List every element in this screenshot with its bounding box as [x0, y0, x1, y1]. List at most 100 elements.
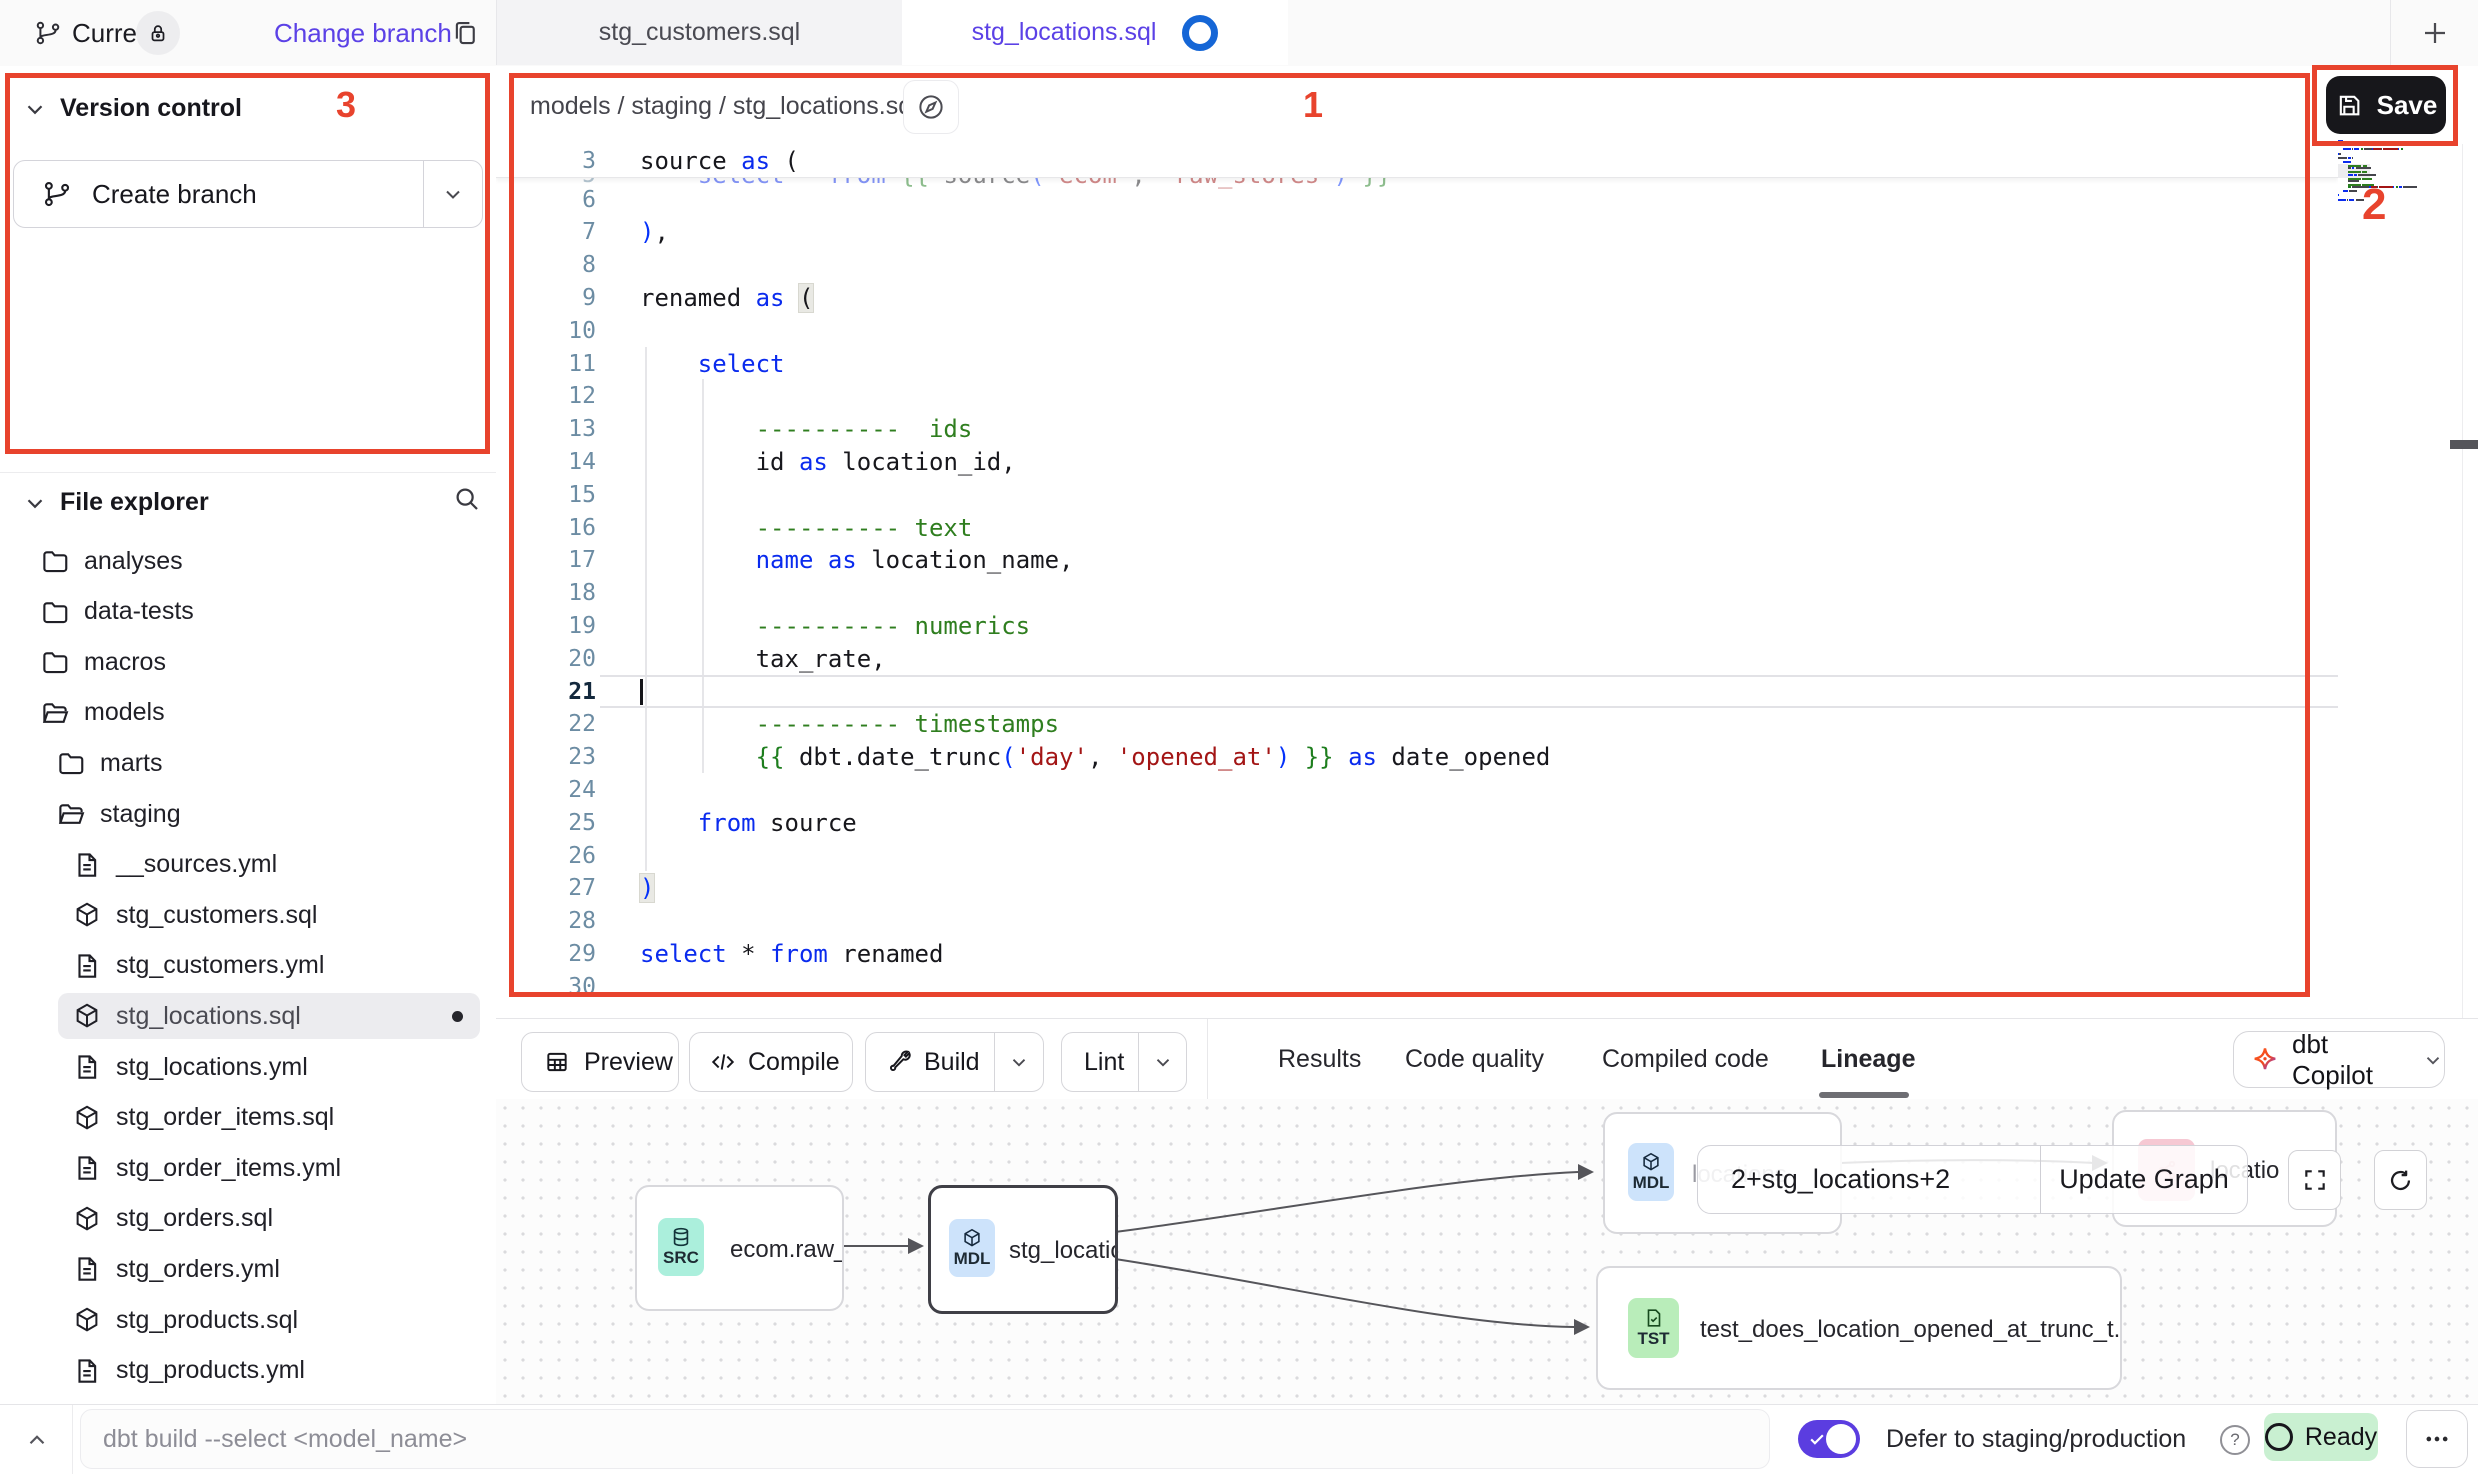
- compile-button[interactable]: Compile: [689, 1032, 853, 1092]
- tab-results[interactable]: Results: [1278, 1019, 1361, 1099]
- code-token: [640, 612, 756, 640]
- lint-dropdown[interactable]: [1138, 1033, 1186, 1091]
- build-button[interactable]: Build: [865, 1032, 1044, 1092]
- file-tree-item-marts[interactable]: marts: [0, 738, 496, 788]
- code-line-22[interactable]: 22 ---------- timestamps: [496, 708, 2338, 741]
- lineage-graph[interactable]: SRC ecom.raw_stores MDL stg_locations MD…: [496, 1099, 2478, 1404]
- search-icon[interactable]: [452, 484, 482, 514]
- more-options-button[interactable]: [2406, 1410, 2468, 1468]
- tab-compiled-code[interactable]: Compiled code: [1602, 1019, 1769, 1099]
- code-editor[interactable]: 67),89renamed as (1011 select1213 ------…: [496, 144, 2338, 1018]
- change-branch-link[interactable]: Change branch: [274, 18, 452, 49]
- file-tree-item-stg-products-sql[interactable]: stg_products.sql: [0, 1295, 496, 1345]
- file-tree-item-analyses[interactable]: analyses: [0, 536, 496, 586]
- create-branch-dropdown[interactable]: [423, 161, 482, 227]
- code-line-18[interactable]: 18: [496, 577, 2338, 610]
- file-tree-item-stg-orders-sql[interactable]: stg_orders.sql: [0, 1194, 496, 1244]
- code-line-29[interactable]: 29select * from renamed: [496, 937, 2338, 970]
- new-tab-plus-icon[interactable]: [2420, 18, 2450, 48]
- code-token: from: [698, 809, 756, 837]
- code-line-10[interactable]: 10: [496, 314, 2338, 347]
- code-line-7[interactable]: 7),: [496, 216, 2338, 249]
- file-tree-item-stg-order-items-yml[interactable]: stg_order_items.yml: [0, 1143, 496, 1193]
- file-tree-item-stg-locations-yml[interactable]: stg_locations.yml: [0, 1042, 496, 1092]
- tab-stg-locations[interactable]: stg_locations.sql: [902, 0, 1289, 65]
- code-line-16[interactable]: 16 ---------- text: [496, 511, 2338, 544]
- file-tree-item-stg-locations-sql[interactable]: stg_locations.sql: [0, 991, 496, 1041]
- lineage-selector-input[interactable]: 2+stg_locations+2: [1731, 1164, 2040, 1195]
- active-tab-underline: [1819, 1092, 1909, 1098]
- code-token: ---------- timestamps: [756, 710, 1059, 738]
- node-test[interactable]: TST test_does_location_opened_at_trunc_t…: [1596, 1266, 2122, 1390]
- code-line-3[interactable]: 3source as (: [496, 144, 2338, 178]
- file-tree-item-data-tests[interactable]: data-tests: [0, 587, 496, 637]
- code-line-9[interactable]: 9renamed as (: [496, 281, 2338, 314]
- create-branch-button[interactable]: Create branch: [13, 160, 483, 228]
- code-token: [640, 546, 756, 574]
- file-tree-item-macros[interactable]: macros: [0, 637, 496, 687]
- file-tree-item--sources-yml[interactable]: __sources.yml: [0, 840, 496, 890]
- code-line-8[interactable]: 8: [496, 249, 2338, 282]
- file-tree-item-stg-products-yml[interactable]: stg_products.yml: [0, 1346, 496, 1396]
- copy-icon[interactable]: [450, 18, 480, 48]
- chevron-down-icon[interactable]: [22, 490, 48, 516]
- code-line-19[interactable]: 19 ---------- numerics: [496, 609, 2338, 642]
- dbt-copilot-button[interactable]: dbt Copilot: [2233, 1031, 2445, 1088]
- tab-code-quality[interactable]: Code quality: [1405, 1019, 1544, 1099]
- chevron-down-icon[interactable]: [22, 96, 48, 122]
- line-number: 13: [496, 416, 596, 442]
- code-line-27[interactable]: 27): [496, 872, 2338, 905]
- code-line-17[interactable]: 17 name as location_name,: [496, 544, 2338, 577]
- file-tree-item-staging[interactable]: staging: [0, 789, 496, 839]
- code-line-13[interactable]: 13 ---------- ids: [496, 413, 2338, 446]
- file-tree-item-stg-customers-sql[interactable]: stg_customers.sql: [0, 890, 496, 940]
- minimap[interactable]: [2338, 140, 2442, 210]
- file-tree-item-stg-orders-yml[interactable]: stg_orders.yml: [0, 1244, 496, 1294]
- update-graph-button[interactable]: Update Graph: [2041, 1164, 2247, 1195]
- code-token: [785, 284, 799, 312]
- code-line-30[interactable]: 30: [496, 970, 2338, 1003]
- scrollbar-thumb[interactable]: [2450, 440, 2478, 449]
- refresh-icon: [2387, 1167, 2414, 1194]
- preview-button[interactable]: Preview: [521, 1032, 679, 1092]
- code-token: from: [770, 940, 828, 968]
- defer-toggle[interactable]: [1798, 1420, 1860, 1458]
- fullscreen-button[interactable]: [2288, 1150, 2341, 1210]
- tab-stg-customers[interactable]: stg_customers.sql: [496, 0, 903, 65]
- help-icon[interactable]: ?: [2220, 1425, 2250, 1455]
- code-line-23[interactable]: 23 {{ dbt.date_trunc('day', 'opened_at')…: [496, 741, 2338, 774]
- code-line-28[interactable]: 28: [496, 905, 2338, 938]
- code-line-12[interactable]: 12: [496, 380, 2338, 413]
- chevron-up-icon[interactable]: [24, 1427, 50, 1453]
- lint-button[interactable]: Lint: [1061, 1032, 1187, 1092]
- code-line-14[interactable]: 14 id as location_id,: [496, 445, 2338, 478]
- code-text: ---------- numerics: [640, 612, 1030, 640]
- status-badge: Ready: [2264, 1413, 2378, 1461]
- command-input[interactable]: dbt build --select <model_name>: [80, 1409, 1770, 1469]
- code-text: ),: [640, 218, 669, 246]
- code-line-20[interactable]: 20 tax_rate,: [496, 642, 2338, 675]
- code-line-24[interactable]: 24: [496, 773, 2338, 806]
- code-line-21[interactable]: 21: [496, 675, 2338, 708]
- code-token: ,: [654, 218, 668, 246]
- folder-open-icon: [40, 698, 70, 728]
- node-ecom-raw-stores[interactable]: SRC ecom.raw_stores: [635, 1185, 844, 1311]
- code-token: ---------- text: [756, 514, 973, 542]
- code-line-11[interactable]: 11 select: [496, 347, 2338, 380]
- file-tree-item-models[interactable]: models: [0, 688, 496, 738]
- build-dropdown[interactable]: [994, 1033, 1043, 1091]
- code-line-5[interactable]: 5 select * from {{ source('ecom', 'raw_s…: [496, 176, 2338, 191]
- line-number: 26: [496, 843, 596, 869]
- save-button[interactable]: Save: [2326, 76, 2446, 134]
- code-line-26[interactable]: 26: [496, 839, 2338, 872]
- tab-lineage[interactable]: Lineage: [1821, 1019, 1915, 1099]
- code-line-25[interactable]: 25 from source: [496, 806, 2338, 839]
- code-token: [640, 809, 698, 837]
- code-line-15[interactable]: 15: [496, 478, 2338, 511]
- folder-icon: [40, 647, 70, 677]
- file-tree-item-stg-customers-yml[interactable]: stg_customers.yml: [0, 941, 496, 991]
- refresh-button[interactable]: [2374, 1150, 2427, 1210]
- node-stg-locations[interactable]: MDL stg_locations: [928, 1185, 1118, 1314]
- view-lineage-button[interactable]: [903, 80, 959, 134]
- file-tree-item-stg-order-items-sql[interactable]: stg_order_items.sql: [0, 1093, 496, 1143]
